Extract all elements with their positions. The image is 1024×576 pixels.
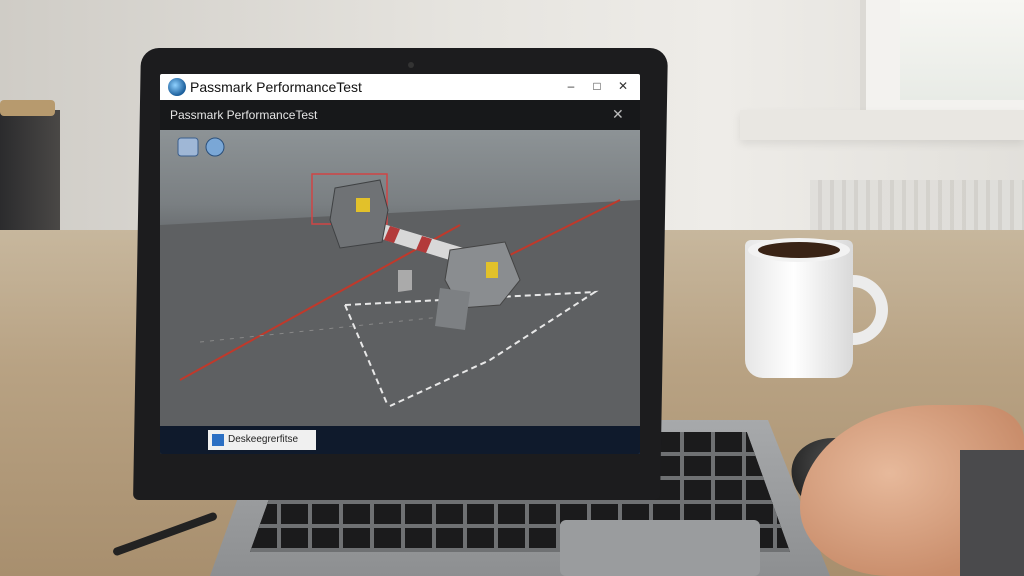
taskbar-item-icon <box>212 434 224 446</box>
laptop-screen: Passmark PerformanceTest – □ ✕ Passmark … <box>160 74 640 454</box>
window-title: Passmark PerformanceTest <box>190 79 362 95</box>
sleeve <box>960 450 1024 576</box>
3d-scene <box>160 137 640 426</box>
menu-title[interactable]: Passmark PerformanceTest <box>170 108 317 122</box>
webcam <box>408 62 414 68</box>
model-left-block <box>329 179 389 249</box>
model-leg <box>398 270 412 292</box>
room-window-glass <box>900 0 1024 100</box>
refresh-icon <box>205 137 225 157</box>
3d-viewport[interactable] <box>160 130 640 454</box>
taskbar-item[interactable]: Deskeegrerfitse <box>208 430 316 450</box>
trackpad[interactable] <box>560 520 760 576</box>
menu-bar: Passmark PerformanceTest ✕ <box>160 100 640 130</box>
model-yellow-part <box>356 198 370 212</box>
passmark-logo-icon <box>168 78 186 96</box>
chair-arm <box>0 100 55 116</box>
model-base <box>435 288 470 330</box>
window-sill <box>740 110 1024 140</box>
close-button[interactable]: ✕ <box>614 77 632 95</box>
save-icon <box>177 137 199 157</box>
coffee <box>758 242 840 258</box>
minimize-button[interactable]: – <box>562 77 580 95</box>
panel-close-icon[interactable]: ✕ <box>612 106 624 123</box>
model-yellow-part-2 <box>486 262 498 278</box>
maximize-button[interactable]: □ <box>588 77 606 95</box>
window-titlebar[interactable]: Passmark PerformanceTest – □ ✕ <box>160 74 640 101</box>
